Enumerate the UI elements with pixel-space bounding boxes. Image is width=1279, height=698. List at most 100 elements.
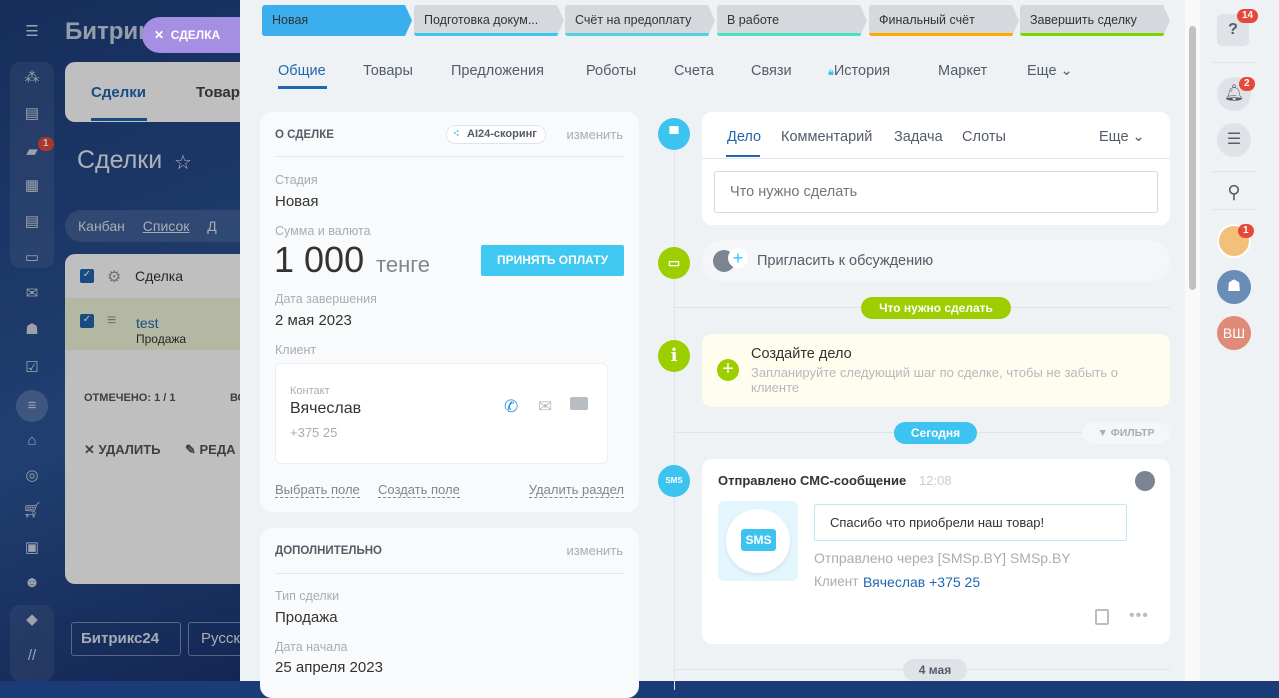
view-list[interactable]: Список	[143, 218, 190, 234]
client-label: Клиент	[275, 343, 317, 357]
tab-7[interactable]: Маркет	[938, 63, 987, 79]
bg-page-title: Сделки	[77, 146, 163, 174]
row-title-link[interactable]: test	[136, 315, 159, 331]
todo-input[interactable]	[714, 171, 1158, 213]
editor-tab-slots[interactable]: Слоты	[962, 129, 1006, 145]
bg-tab-deals[interactable]: Сделки	[91, 84, 146, 101]
scoring-icon: ⁖	[453, 128, 460, 140]
group-chat-button[interactable]: ☗	[1217, 270, 1251, 304]
stage-color-bar	[565, 33, 715, 36]
cart-icon[interactable]: 🛒︎	[22, 503, 42, 519]
drag-icon[interactable]: ≡	[107, 312, 116, 330]
stage-label: Финальный счёт	[879, 13, 975, 27]
tab-4[interactable]: Счета	[674, 63, 714, 79]
drive-icon[interactable]: ▭	[22, 250, 42, 266]
document-icon[interactable]: ▤	[22, 214, 42, 230]
tab-0[interactable]: Общие	[278, 63, 326, 79]
stage-4[interactable]: Финальный счёт	[869, 5, 1019, 36]
edit-section-link[interactable]: изменить	[566, 127, 623, 142]
user-initials-avatar[interactable]: ВШ	[1217, 316, 1251, 350]
delete-button[interactable]: ✕ УДАЛИТЬ	[84, 442, 161, 458]
filter-button[interactable]: ▼ ФИЛЬТР	[1082, 422, 1170, 444]
edit-section-link[interactable]: изменить	[566, 543, 623, 558]
accept-payment-button[interactable]: ПРИНЯТЬ ОПЛАТУ	[481, 245, 624, 276]
chat-icon[interactable]	[570, 397, 588, 410]
todo-section-pill: Что нужно сделать	[861, 297, 1011, 319]
star-icon[interactable]: ☆	[174, 150, 192, 175]
scrollbar-thumb[interactable]	[1189, 26, 1196, 290]
store-icon[interactable]: ⌂	[22, 433, 42, 449]
box-icon[interactable]: ◆	[22, 612, 42, 628]
view-more[interactable]: Д	[207, 218, 216, 234]
editor-tab-task[interactable]: Задача	[894, 129, 943, 145]
section-title: ДОПОЛНИТЕЛЬНО	[275, 545, 382, 557]
mail-icon[interactable]: ✉	[538, 397, 552, 417]
contact-card-icon[interactable]: ▣	[22, 540, 42, 556]
target-icon[interactable]: ◎	[22, 468, 42, 484]
hamburger-icon[interactable]: ☰	[22, 24, 42, 40]
comment-icon: ▀	[658, 118, 690, 150]
create-field-link[interactable]: Создать поле	[378, 482, 460, 498]
stage-5[interactable]: Завершить сделку	[1020, 5, 1170, 36]
edit-button[interactable]: ✎ РЕДА	[185, 442, 236, 458]
contact-name[interactable]: Вячеслав	[290, 400, 361, 418]
footer-logo[interactable]: Битрикс24	[71, 622, 181, 656]
feed-icon[interactable]: ▤	[22, 106, 42, 122]
search-button[interactable]: ⚲	[1217, 175, 1251, 209]
market-icon[interactable]: //	[22, 648, 42, 664]
add-icon[interactable]: +	[717, 359, 739, 381]
tab-6[interactable]: 🔒︎История	[828, 63, 890, 79]
tab-label: Еще	[1027, 63, 1057, 79]
invite-to-discussion-button[interactable]: + Пригласить к обсуждению	[702, 240, 1170, 282]
row-checkbox[interactable]: ✓	[80, 314, 94, 328]
editor-more-button[interactable]: Еще ⌄	[1099, 129, 1145, 145]
note-icon[interactable]	[1095, 609, 1109, 625]
groups-icon[interactable]: ☗	[22, 322, 42, 338]
mail-icon[interactable]: ✉	[22, 286, 42, 302]
create-activity-card[interactable]: + Создайте дело Запланируйте следующий ш…	[702, 334, 1170, 407]
stage-value[interactable]: Новая	[275, 193, 318, 210]
sum-label: Сумма и валюта	[275, 224, 371, 238]
tab-8[interactable]: Еще ⌄	[1027, 63, 1073, 79]
date-pill: 4 мая	[903, 659, 967, 681]
start-date-value[interactable]: 25 апреля 2023	[275, 659, 383, 676]
stage-0[interactable]: Новая	[262, 5, 412, 36]
close-slider-label: СДЕЛКА	[170, 28, 221, 42]
tasks-icon[interactable]: ☑	[22, 360, 42, 376]
editor-tab-activity[interactable]: Дело	[727, 129, 761, 145]
editor-tab-comment[interactable]: Комментарий	[781, 129, 872, 145]
calendar-icon[interactable]: ▦	[22, 178, 42, 194]
ai-scoring-button[interactable]: ⁖ AI24-скоринг	[446, 125, 546, 144]
tab-3[interactable]: Роботы	[586, 63, 636, 79]
stage-3[interactable]: В работе	[717, 5, 867, 36]
close-date-value[interactable]: 2 мая 2023	[275, 312, 352, 329]
tab-1[interactable]: Товары	[363, 63, 413, 79]
stage-label: Завершить сделку	[1030, 13, 1137, 27]
header-checkbox[interactable]: ✓	[80, 269, 94, 283]
sum-value[interactable]: 1 000	[274, 239, 364, 281]
chevron-down-icon: ⌄	[1056, 63, 1073, 79]
menu-group	[10, 62, 54, 268]
tab-2[interactable]: Предложения	[451, 63, 544, 79]
more-icon[interactable]: •••	[1129, 607, 1149, 625]
phone-icon[interactable]: ✆	[504, 397, 518, 417]
gear-icon[interactable]: ⚙	[107, 267, 121, 287]
messenger-button[interactable]: ☰	[1217, 123, 1251, 157]
activity-editor: Дело Комментарий Задача Слоты Еще ⌄	[702, 112, 1170, 225]
timeline-line	[674, 130, 675, 690]
author-avatar-icon[interactable]	[1135, 471, 1155, 491]
crm-icon[interactable]: ⁂	[22, 70, 42, 86]
language-select[interactable]: Русск	[188, 622, 248, 656]
stage-2[interactable]: Счёт на предоплату	[565, 5, 715, 36]
table-row[interactable]: ✓ ≡ test Продажа	[65, 298, 265, 350]
deal-type-value[interactable]: Продажа	[275, 609, 338, 626]
robot-icon[interactable]: ☻	[22, 575, 42, 591]
sms-client-link[interactable]: Вячеслав +375 25	[863, 574, 980, 590]
tab-5[interactable]: Связи	[751, 63, 792, 79]
tab-underline	[91, 118, 147, 121]
stage-1[interactable]: Подготовка докум...	[414, 5, 564, 36]
delete-section-link[interactable]: Удалить раздел	[528, 482, 624, 498]
view-kanban[interactable]: Канбан	[78, 218, 125, 234]
select-field-link[interactable]: Выбрать поле	[275, 482, 360, 498]
close-slider-button[interactable]: ✕ СДЕЛКА	[142, 17, 242, 53]
